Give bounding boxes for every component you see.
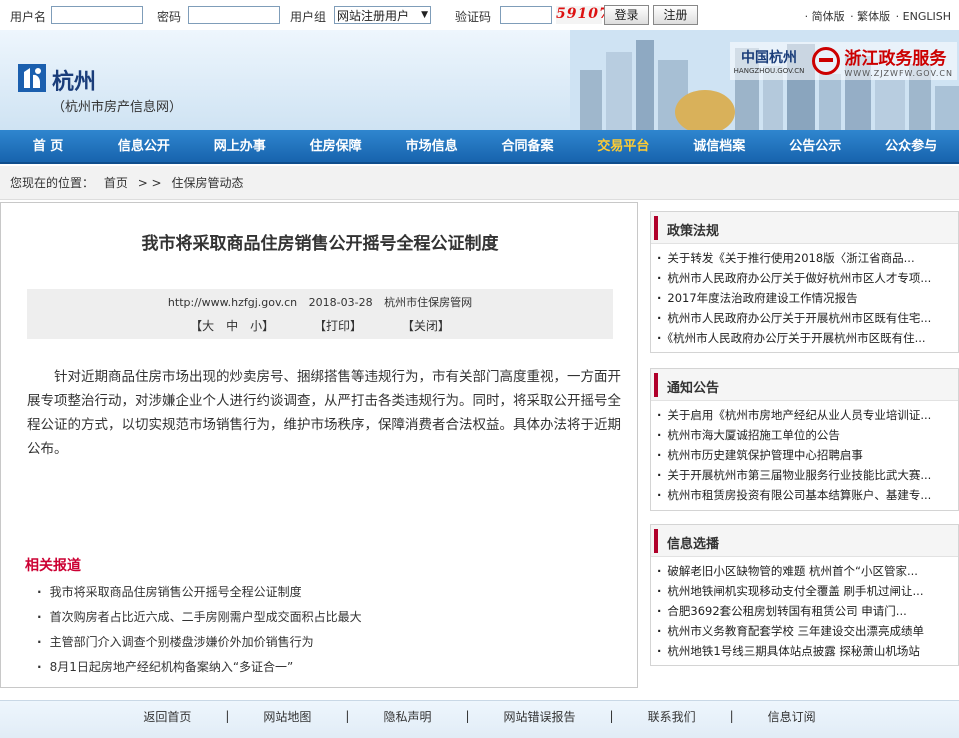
info-link[interactable]: 杭州地铁闸机实现移动支付全覆盖 刷手机过闸让... [657, 581, 953, 601]
breadcrumb-home-link[interactable]: 首页 [104, 176, 128, 190]
nav-item-public-participation[interactable]: 公众参与 [863, 130, 959, 162]
gov-logos: 中国杭州 HANGZHOU.GOV.CN 浙江政务服务 WWW.ZJZWFW.G… [729, 42, 957, 80]
policy-box: 政策法规 关于转发《关于推行使用2018版〈浙江省商品... 杭州市人民政府办公… [650, 211, 959, 353]
notice-link[interactable]: 杭州市海大厦诚招施工单位的公告 [657, 425, 953, 445]
nav-item-online-services[interactable]: 网上办事 [192, 130, 288, 162]
password-label: 密码 [157, 10, 182, 24]
breadcrumb: 您现在的位置： 首页 > > 住保房管动态 [0, 166, 959, 200]
footer-link-contact[interactable]: 联系我们 [614, 708, 730, 725]
related-link[interactable]: 首次购房者占比近六成、二手房刚需户型成交面积占比最大 [37, 605, 362, 630]
username-input[interactable] [51, 6, 143, 24]
policy-link[interactable]: 关于转发《关于推行使用2018版〈浙江省商品... [657, 248, 953, 268]
chevron-down-icon: ▼ [421, 10, 428, 20]
related-link[interactable]: 我市将采取商品住房销售公开摇号全程公证制度 [37, 580, 362, 605]
site-logo-icon [18, 64, 46, 92]
group-label: 用户组 [290, 10, 327, 24]
article-url: http://www.hzfgj.gov.cn [167, 296, 298, 309]
info-link[interactable]: 合肥3692套公租房划转国有租赁公司 申请门... [657, 601, 953, 621]
footer-link-error-report[interactable]: 网站错误报告 [470, 708, 610, 725]
breadcrumb-separator: > > [137, 176, 162, 190]
lang-english-link[interactable]: · ENGLISH [896, 10, 951, 23]
related-link[interactable]: 主管部门介入调查个别楼盘涉嫌价外加价销售行为 [37, 630, 362, 655]
footer-link-sitemap[interactable]: 网站地图 [229, 708, 345, 725]
policy-link[interactable]: 杭州市人民政府办公厅关于做好杭州市区人才专项... [657, 268, 953, 288]
site-name: 杭州 [52, 69, 97, 95]
font-size-switcher[interactable]: 【大 中 小】 [190, 319, 274, 333]
close-button[interactable]: 【关闭】 [402, 319, 450, 333]
notice-link[interactable]: 杭州市租赁房投资有限公司基本结算账户、基建专... [657, 485, 953, 505]
info-link[interactable]: 杭州地铁1号线三期具体站点披露 探秘萧山机场站 [657, 641, 953, 661]
footer-link-subscribe[interactable]: 信息订阅 [734, 708, 850, 725]
policy-link[interactable]: 杭州市人民政府办公厅关于开展杭州市区既有住宅... [657, 308, 953, 328]
login-bar: 用户名 密码 用户组 网站注册用户 ▼ 验证码 59107 登录 注册 · 简体… [0, 0, 959, 30]
nav-item-housing-security[interactable]: 住房保障 [288, 130, 384, 162]
nav-item-trading-platform[interactable]: 交易平台 [575, 130, 671, 162]
info-box: 信息选播 破解老旧小区缺物管的难题 杭州首个“小区管家... 杭州地铁闸机实现移… [650, 524, 959, 666]
username-label: 用户名 [10, 10, 47, 24]
captcha-image[interactable]: 59107 [556, 6, 609, 24]
info-link[interactable]: 破解老旧小区缺物管的难题 杭州首个“小区管家... [657, 561, 953, 581]
article-source: 杭州市住保房管网 [384, 296, 473, 309]
notice-box: 通知公告 关于启用《杭州市房地产经纪从业人员专业培训证... 杭州市海大厦诚招施… [650, 368, 959, 511]
related-link[interactable]: 8月1日起房地产经纪机构备案纳入“多证合一” [37, 655, 362, 680]
main-nav: 首 页 信息公开 网上办事 住房保障 市场信息 合同备案 交易平台 诚信档案 公… [0, 130, 959, 164]
notice-title: 通知公告 [667, 381, 720, 396]
lang-simplified-link[interactable]: · 简体版 [805, 10, 845, 23]
nav-item-credit-records[interactable]: 诚信档案 [671, 130, 767, 162]
article-date: 2018-03-28 [308, 296, 373, 309]
notice-link[interactable]: 关于启用《杭州市房地产经纪从业人员专业培训证... [657, 405, 953, 425]
policy-link[interactable]: 2017年度法治政府建设工作情况报告 [657, 288, 953, 308]
site-header: 杭州 （杭州市房产信息网） 中国杭州 HANGZHOU.GOV.CN 浙江政务服… [0, 30, 959, 130]
register-button[interactable]: 注册 [653, 5, 698, 25]
breadcrumb-current[interactable]: 住保房管动态 [171, 176, 243, 190]
related-reports-title: 相关报道 [25, 558, 81, 574]
notice-link[interactable]: 杭州市历史建筑保护管理中心招聘启事 [657, 445, 953, 465]
notice-link[interactable]: 关于开展杭州市第三届物业服务行业技能比武大赛... [657, 465, 953, 485]
site-subtitle: （杭州市房产信息网） [52, 100, 183, 115]
breadcrumb-prefix: 您现在的位置： [10, 176, 95, 190]
lang-traditional-link[interactable]: · 繁体版 [850, 10, 890, 23]
hangzhou-gov-logo[interactable]: 中国杭州 HANGZHOU.GOV.CN [734, 47, 805, 75]
article-body: 针对近期商品住房市场出现的炒卖房号、捆绑搭售等违规行为，市有关部门高度重视，一方… [27, 369, 621, 457]
article-title: 我市将采取商品住房销售公开摇号全程公证制度 [141, 234, 499, 254]
zhejiang-emblem-icon [812, 47, 841, 75]
zhejiang-gov-logo[interactable]: 浙江政务服务 WWW.ZJZWFW.GOV.CN [812, 44, 953, 78]
nav-item-market-info[interactable]: 市场信息 [384, 130, 480, 162]
login-button[interactable]: 登录 [604, 5, 649, 25]
nav-item-announcements[interactable]: 公告公示 [767, 130, 863, 162]
captcha-label: 验证码 [455, 10, 492, 24]
site-footer: 返回首页 | 网站地图 | 隐私声明 | 网站错误报告 | 联系我们 | 信息订… [0, 700, 959, 738]
nav-item-contract-filing[interactable]: 合同备案 [480, 130, 576, 162]
policy-title: 政策法规 [667, 224, 720, 239]
group-select-value: 网站注册用户 [337, 8, 410, 23]
info-link[interactable]: 杭州市义务教育配套学校 三年建设交出漂亮成绩单 [657, 621, 953, 641]
hz-logo-sub: HANGZHOU.GOV.CN [733, 67, 805, 75]
article-meta: http://www.hzfgj.gov.cn 2018-03-28 杭州市住保… [27, 289, 613, 339]
captcha-input[interactable] [500, 6, 552, 24]
language-switcher: · 简体版 · 繁体版 · ENGLISH [803, 8, 951, 24]
print-button[interactable]: 【打印】 [314, 319, 362, 333]
hz-logo-text: 中国杭州 [741, 50, 798, 66]
info-title: 信息选播 [667, 537, 720, 552]
article-panel: 我市将采取商品住房销售公开摇号全程公证制度 http://www.hzfgj.g… [0, 202, 638, 688]
nav-item-home[interactable]: 首 页 [0, 130, 96, 162]
password-input[interactable] [188, 6, 280, 24]
nav-item-info-disclosure[interactable]: 信息公开 [96, 130, 192, 162]
footer-link-privacy[interactable]: 隐私声明 [349, 708, 465, 725]
zj-logo-sub: WWW.ZJZWFW.GOV.CN [844, 69, 953, 78]
zj-logo-text: 浙江政务服务 [844, 49, 947, 69]
policy-link[interactable]: 《杭州市人民政府办公厅关于开展杭州市区既有住... [657, 328, 953, 348]
group-select[interactable]: 网站注册用户 ▼ [334, 6, 431, 24]
related-reports-list: 我市将采取商品住房销售公开摇号全程公证制度 首次购房者占比近六成、二手房刚需户型… [37, 580, 362, 680]
footer-link-home[interactable]: 返回首页 [109, 708, 225, 725]
